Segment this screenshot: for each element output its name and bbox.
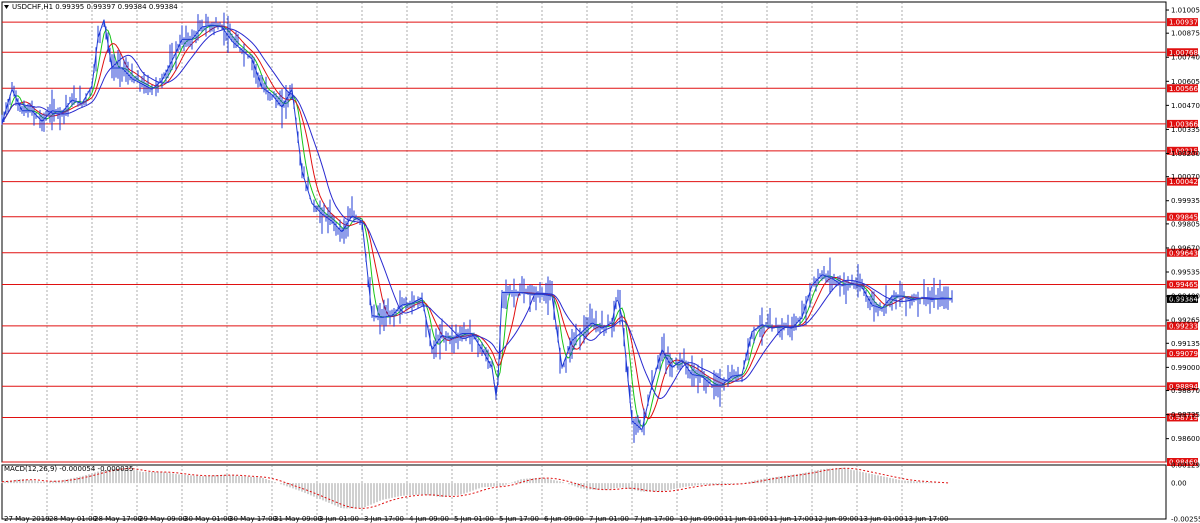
y-tick-label: 0.99000 [1171,364,1200,372]
macd-y-tick-label: 0.001297 [1171,462,1200,470]
y-tick-label: 1.00070 [1171,173,1200,181]
y-tick-label: 1.00875 [1171,30,1200,38]
x-tick-label: 28 May 01:00 [49,515,97,523]
x-tick-label: 13 Jun 17:00 [904,515,948,523]
macd-title: MACD(12,26,9) -0.000054 -0.000035 [4,465,133,473]
x-tick-label: 11 Jun 01:00 [724,515,768,523]
macd-y-tick-label: -0.002559 [1171,516,1200,523]
x-tick-label: 30 May 17:00 [229,515,277,523]
chart-window: 1.00937 1.00768 1.00566 1.00366 1.00215 1.000… [0,0,1200,523]
x-tick-label: 12 Jun 09:00 [814,515,858,523]
y-tick-label: 0.99935 [1171,197,1200,205]
y-tick-label: 0.99135 [1171,340,1200,348]
y-tick-label: 1.00470 [1171,102,1200,110]
y-tick-label: 0.99670 [1171,244,1200,252]
level-label: 0.99079 [1169,350,1198,358]
x-tick-label: 3 Jun 01:00 [319,515,359,523]
y-tick-label: 0.99535 [1171,269,1200,277]
x-tick-label: 5 Jun 01:00 [454,515,494,523]
y-tick-label: 0.98600 [1171,435,1200,443]
level-label: 0.99465 [1169,281,1198,289]
y-tick-label: 1.00200 [1171,150,1200,158]
x-tick-label: 7 Jun 01:00 [589,515,629,523]
y-tick-label: 0.98735 [1171,411,1200,419]
x-tick-label: 7 Jun 17:00 [634,515,674,523]
y-tick-label: 1.01005 [1171,7,1200,15]
y-tick-label: 0.99265 [1171,317,1200,325]
x-tick-label: 13 Jun 01:00 [859,515,903,523]
x-tick-label: 27 May 2019 [4,515,50,523]
y-tick-label: 1.00605 [1171,78,1200,86]
price-chart[interactable]: 1.009371.007681.005661.003661.002151.000… [0,0,1200,523]
level-label: 1.00937 [1169,19,1198,27]
x-tick-label: 4 Jun 09:00 [409,515,449,523]
y-tick-label: 0.99805 [1171,220,1200,228]
x-tick-label: 29 May 09:00 [139,515,187,523]
x-tick-label: 5 Jun 17:00 [499,515,539,523]
x-tick-label: 28 May 17:00 [94,515,142,523]
chart-title: USDCHF,H1 0.99395 0.99397 0.99384 0.9938… [12,3,178,11]
y-tick-label: 0.99400 [1171,293,1200,301]
x-tick-label: 6 Jun 09:00 [544,515,584,523]
x-tick-label: 31 May 09:00 [274,515,322,523]
y-tick-label: 1.00740 [1171,54,1200,62]
x-tick-label: 10 Jun 09:00 [679,515,723,523]
macd-y-tick-label: 0.00 [1171,480,1187,488]
x-tick-label: 3 Jun 17:00 [364,515,404,523]
x-tick-label: 30 May 01:00 [184,515,232,523]
y-tick-label: 1.00335 [1171,126,1200,134]
x-tick-label: 11 Jun 17:00 [769,515,813,523]
level-label: 1.00566 [1169,85,1198,93]
y-tick-label: 0.98870 [1171,387,1200,395]
